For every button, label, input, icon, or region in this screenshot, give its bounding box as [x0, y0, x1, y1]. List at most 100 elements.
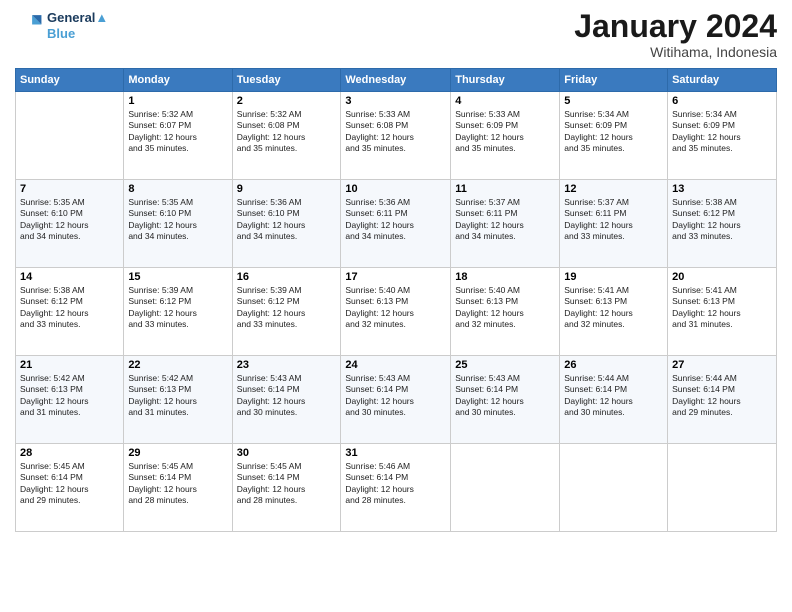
day-info: Sunrise: 5:37 AM Sunset: 6:11 PM Dayligh… [564, 197, 663, 243]
day-number: 1 [128, 95, 227, 107]
day-number: 9 [237, 183, 337, 195]
calendar-cell: 1 Sunrise: 5:32 AM Sunset: 6:07 PM Daylig… [124, 92, 232, 180]
day-number: 13 [672, 183, 772, 195]
weekday-header-tuesday: Tuesday [232, 69, 341, 92]
calendar-cell: 28 Sunrise: 5:45 AM Sunset: 6:14 PM Dayli… [16, 444, 124, 532]
day-number: 26 [564, 359, 663, 371]
day-info: Sunrise: 5:32 AM Sunset: 6:08 PM Dayligh… [237, 109, 337, 155]
day-info: Sunrise: 5:33 AM Sunset: 6:08 PM Dayligh… [345, 109, 446, 155]
week-row-1: 1 Sunrise: 5:32 AM Sunset: 6:07 PM Daylig… [16, 92, 777, 180]
calendar-cell: 4 Sunrise: 5:33 AM Sunset: 6:09 PM Daylig… [451, 92, 560, 180]
day-number: 18 [455, 271, 555, 283]
calendar-cell: 14 Sunrise: 5:38 AM Sunset: 6:12 PM Dayli… [16, 268, 124, 356]
day-info: Sunrise: 5:35 AM Sunset: 6:10 PM Dayligh… [128, 197, 227, 243]
calendar-cell: 22 Sunrise: 5:42 AM Sunset: 6:13 PM Dayli… [124, 356, 232, 444]
month-title: January 2024 [574, 10, 777, 42]
weekday-header-friday: Friday [560, 69, 668, 92]
day-number: 16 [237, 271, 337, 283]
day-info: Sunrise: 5:45 AM Sunset: 6:14 PM Dayligh… [237, 461, 337, 507]
day-info: Sunrise: 5:40 AM Sunset: 6:13 PM Dayligh… [455, 285, 555, 331]
day-number: 14 [20, 271, 119, 283]
day-number: 7 [20, 183, 119, 195]
day-number: 6 [672, 95, 772, 107]
logo-text: General▲ Blue [47, 10, 108, 41]
calendar-cell: 6Sunrise: 5:34 AM Sunset: 6:09 PM Daylig… [668, 92, 777, 180]
weekday-header-thursday: Thursday [451, 69, 560, 92]
calendar-cell: 27 Sunrise: 5:44 AM Sunset: 6:14 PM Dayli… [668, 356, 777, 444]
day-number: 27 [672, 359, 772, 371]
day-number: 12 [564, 183, 663, 195]
day-info: Sunrise: 5:42 AM Sunset: 6:13 PM Dayligh… [20, 373, 119, 419]
day-number: 20 [672, 271, 772, 283]
day-info: Sunrise: 5:38 AM Sunset: 6:12 PM Dayligh… [20, 285, 119, 331]
calendar-cell: 5 Sunrise: 5:34 AM Sunset: 6:09 PM Daylig… [560, 92, 668, 180]
day-info: Sunrise: 5:36 AM Sunset: 6:11 PM Dayligh… [345, 197, 446, 243]
day-number: 28 [20, 447, 119, 459]
day-info: Sunrise: 5:45 AM Sunset: 6:14 PM Dayligh… [20, 461, 119, 507]
calendar-cell: 21 Sunrise: 5:42 AM Sunset: 6:13 PM Dayli… [16, 356, 124, 444]
calendar-cell: 12 Sunrise: 5:37 AM Sunset: 6:11 PM Dayli… [560, 180, 668, 268]
page: General▲ Blue January 2024 Witihama, Ind… [0, 0, 792, 612]
day-number: 4 [455, 95, 555, 107]
day-info: Sunrise: 5:39 AM Sunset: 6:12 PM Dayligh… [237, 285, 337, 331]
calendar-cell: 25Sunrise: 5:43 AM Sunset: 6:14 PM Dayli… [451, 356, 560, 444]
day-info: Sunrise: 5:35 AM Sunset: 6:10 PM Dayligh… [20, 197, 119, 243]
weekday-header-saturday: Saturday [668, 69, 777, 92]
calendar-cell: 18 Sunrise: 5:40 AM Sunset: 6:13 PM Dayli… [451, 268, 560, 356]
day-info: Sunrise: 5:34 AM Sunset: 6:09 PM Dayligh… [564, 109, 663, 155]
location: Witihama, Indonesia [574, 44, 777, 60]
calendar-cell: 10Sunrise: 5:36 AM Sunset: 6:11 PM Dayli… [341, 180, 451, 268]
calendar-cell [16, 92, 124, 180]
day-info: Sunrise: 5:33 AM Sunset: 6:09 PM Dayligh… [455, 109, 555, 155]
calendar-cell: 24Sunrise: 5:43 AM Sunset: 6:14 PM Dayli… [341, 356, 451, 444]
day-info: Sunrise: 5:42 AM Sunset: 6:13 PM Dayligh… [128, 373, 227, 419]
day-info: Sunrise: 5:44 AM Sunset: 6:14 PM Dayligh… [672, 373, 772, 419]
day-number: 8 [128, 183, 227, 195]
calendar-cell: 31Sunrise: 5:46 AM Sunset: 6:14 PM Dayli… [341, 444, 451, 532]
calendar-cell: 15Sunrise: 5:39 AM Sunset: 6:12 PM Dayli… [124, 268, 232, 356]
day-info: Sunrise: 5:45 AM Sunset: 6:14 PM Dayligh… [128, 461, 227, 507]
day-number: 24 [345, 359, 446, 371]
day-number: 21 [20, 359, 119, 371]
day-number: 17 [345, 271, 446, 283]
calendar-cell: 29 Sunrise: 5:45 AM Sunset: 6:14 PM Dayli… [124, 444, 232, 532]
day-number: 15 [128, 271, 227, 283]
calendar-cell: 2Sunrise: 5:32 AM Sunset: 6:08 PM Daylig… [232, 92, 341, 180]
calendar-cell [560, 444, 668, 532]
day-info: Sunrise: 5:43 AM Sunset: 6:14 PM Dayligh… [237, 373, 337, 419]
day-number: 29 [128, 447, 227, 459]
day-number: 30 [237, 447, 337, 459]
weekday-header-sunday: Sunday [16, 69, 124, 92]
calendar-cell: 26 Sunrise: 5:44 AM Sunset: 6:14 PM Dayli… [560, 356, 668, 444]
calendar-cell: 8 Sunrise: 5:35 AM Sunset: 6:10 PM Daylig… [124, 180, 232, 268]
day-info: Sunrise: 5:32 AM Sunset: 6:07 PM Dayligh… [128, 109, 227, 155]
day-info: Sunrise: 5:41 AM Sunset: 6:13 PM Dayligh… [672, 285, 772, 331]
day-number: 5 [564, 95, 663, 107]
day-number: 11 [455, 183, 555, 195]
week-row-4: 21 Sunrise: 5:42 AM Sunset: 6:13 PM Dayli… [16, 356, 777, 444]
day-number: 25 [455, 359, 555, 371]
week-row-5: 28 Sunrise: 5:45 AM Sunset: 6:14 PM Dayli… [16, 444, 777, 532]
day-info: Sunrise: 5:36 AM Sunset: 6:10 PM Dayligh… [237, 197, 337, 243]
weekday-header-monday: Monday [124, 69, 232, 92]
week-row-3: 14 Sunrise: 5:38 AM Sunset: 6:12 PM Dayli… [16, 268, 777, 356]
day-number: 19 [564, 271, 663, 283]
day-info: Sunrise: 5:44 AM Sunset: 6:14 PM Dayligh… [564, 373, 663, 419]
day-number: 23 [237, 359, 337, 371]
day-number: 31 [345, 447, 446, 459]
weekday-header-row: SundayMondayTuesdayWednesdayThursdayFrid… [16, 69, 777, 92]
calendar-cell: 3 Sunrise: 5:33 AM Sunset: 6:08 PM Daylig… [341, 92, 451, 180]
calendar-cell: 17 Sunrise: 5:40 AM Sunset: 6:13 PM Dayli… [341, 268, 451, 356]
logo: General▲ Blue [15, 10, 108, 41]
calendar-cell [451, 444, 560, 532]
day-number: 22 [128, 359, 227, 371]
calendar-cell: 7 Sunrise: 5:35 AM Sunset: 6:10 PM Daylig… [16, 180, 124, 268]
logo-icon [15, 12, 43, 40]
day-info: Sunrise: 5:40 AM Sunset: 6:13 PM Dayligh… [345, 285, 446, 331]
day-info: Sunrise: 5:41 AM Sunset: 6:13 PM Dayligh… [564, 285, 663, 331]
calendar-cell [668, 444, 777, 532]
calendar-cell: 23 Sunrise: 5:43 AM Sunset: 6:14 PM Dayli… [232, 356, 341, 444]
calendar-cell: 16 Sunrise: 5:39 AM Sunset: 6:12 PM Dayli… [232, 268, 341, 356]
calendar-cell: 11Sunrise: 5:37 AM Sunset: 6:11 PM Dayli… [451, 180, 560, 268]
day-number: 3 [345, 95, 446, 107]
